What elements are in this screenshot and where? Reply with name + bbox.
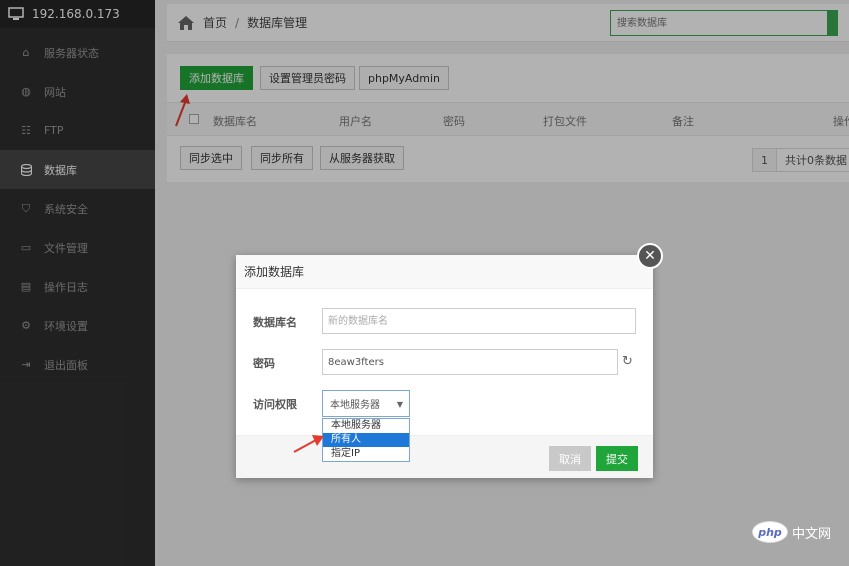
password-label: 密码 bbox=[253, 357, 275, 370]
access-selected-value: 本地服务器 bbox=[330, 400, 380, 411]
access-dropdown: 本地服务器 所有人 指定IP bbox=[322, 418, 410, 462]
password-input[interactable] bbox=[322, 349, 618, 375]
close-icon[interactable]: ✕ bbox=[637, 243, 663, 269]
db-name-input[interactable] bbox=[322, 308, 636, 334]
cancel-button[interactable]: 取消 bbox=[549, 446, 591, 471]
php-logo: php bbox=[752, 521, 788, 543]
refresh-icon[interactable]: ↻ bbox=[622, 354, 633, 369]
caret-down-icon: ▼ bbox=[396, 400, 403, 409]
access-select[interactable]: 本地服务器 ▼ bbox=[322, 390, 410, 417]
annotation-arrow-access bbox=[293, 435, 324, 453]
watermark-text: 中文网 bbox=[792, 526, 832, 542]
access-option[interactable]: 指定IP bbox=[323, 447, 409, 461]
modal-title: 添加数据库 bbox=[236, 255, 653, 289]
access-label: 访问权限 bbox=[253, 398, 297, 411]
access-option[interactable]: 本地服务器 bbox=[323, 419, 409, 433]
access-option[interactable]: 所有人 bbox=[323, 433, 409, 447]
db-name-label: 数据库名 bbox=[253, 316, 297, 329]
submit-button[interactable]: 提交 bbox=[596, 446, 638, 471]
watermark: php 中文网 bbox=[752, 521, 831, 543]
